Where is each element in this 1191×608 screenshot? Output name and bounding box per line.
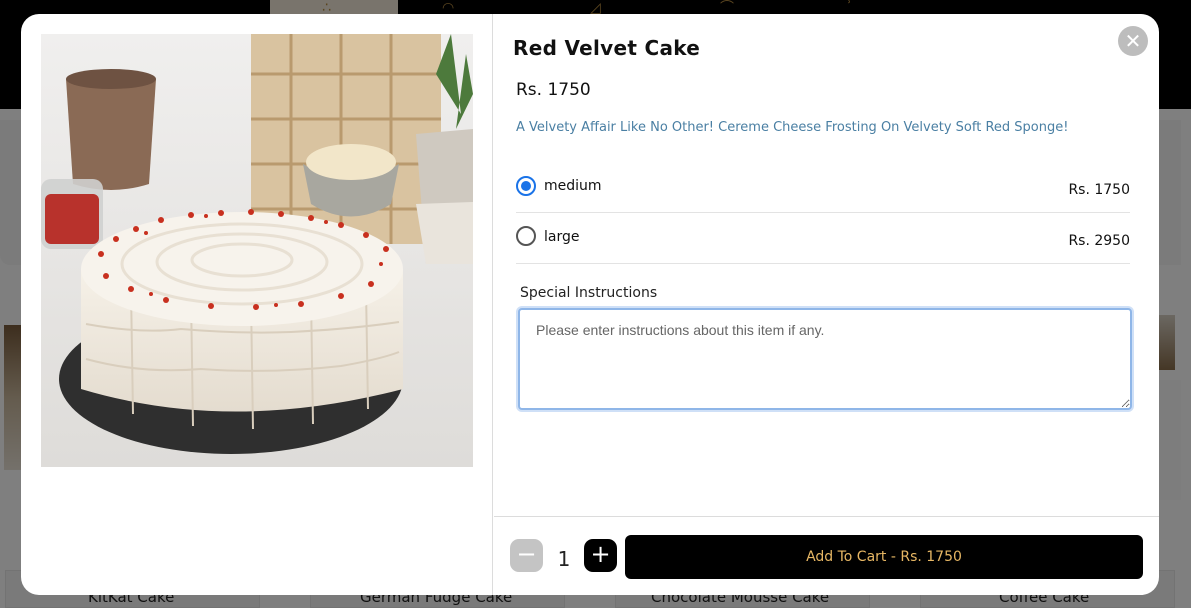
close-icon: ✕ — [1124, 29, 1142, 53]
option-price: Rs. 1750 — [1068, 182, 1130, 198]
modal-footer: − 1 + Add To Cart - Rs. 1750 — [494, 516, 1159, 595]
product-modal: ✕ Red Velvet Cake Rs. 1750 A Velvety Aff… — [21, 14, 1159, 595]
quantity-increase-button[interactable]: + — [584, 539, 617, 572]
special-instructions-input[interactable] — [518, 308, 1132, 410]
product-image — [41, 34, 473, 467]
close-button[interactable]: ✕ — [1118, 26, 1148, 56]
option-label: large — [544, 229, 580, 245]
product-title: Red Velvet Cake — [513, 36, 701, 60]
option-price: Rs. 2950 — [1068, 233, 1130, 249]
product-description: A Velvety Affair Like No Other! Cereme C… — [516, 120, 1069, 135]
product-price: Rs. 1750 — [516, 80, 591, 100]
radio-button-selected[interactable] — [516, 176, 536, 196]
modal-image-pane — [21, 14, 493, 595]
add-to-cart-button[interactable]: Add To Cart - Rs. 1750 — [625, 535, 1143, 579]
size-option-medium[interactable]: medium Rs. 1750 — [516, 162, 1130, 213]
radio-button[interactable] — [516, 226, 536, 246]
size-option-large[interactable]: large Rs. 2950 — [516, 213, 1130, 264]
special-instructions-label: Special Instructions — [520, 285, 658, 301]
quantity-decrease-button[interactable]: − — [510, 539, 543, 572]
quantity-value: 1 — [557, 547, 571, 571]
modal-details-pane: ✕ Red Velvet Cake Rs. 1750 A Velvety Aff… — [494, 14, 1159, 595]
option-label: medium — [544, 178, 602, 194]
